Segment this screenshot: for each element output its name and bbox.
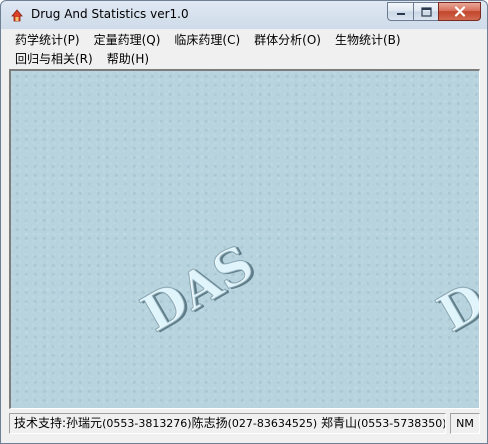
menu-bar: 药学统计(P) 定量药理(Q) 临床药理(C) 群体分析(O) 生物统计(B) … (8, 30, 480, 68)
maximize-icon (420, 6, 432, 17)
window-title: Drug And Statistics ver1.0 (31, 7, 189, 21)
contact-phone-3: (0553-5738350) (357, 417, 446, 430)
title-bar[interactable]: Drug And Statistics ver1.0 (1, 1, 487, 29)
status-bar: 技术支持:孙瑞元(0553-3813276)陈志扬(027-83634525) … (9, 412, 480, 436)
contact-phone-2: (027-83634525) (227, 417, 318, 430)
minimize-icon (396, 12, 405, 15)
close-icon (454, 6, 465, 17)
watermark-layer: DAS DAS DAS DAS (131, 233, 480, 344)
main-window: Drug And Statistics ver1.0 药学统计(P) 定量药理(… (0, 0, 488, 444)
mdi-client-area[interactable]: DAS DAS DAS DAS (9, 69, 480, 409)
watermark-text-2: DAS (428, 233, 480, 343)
minimize-button[interactable] (387, 2, 413, 21)
menu-regression-correlation[interactable]: 回归与相关(R) (8, 50, 100, 69)
contact-phone-1: (0553-3813276) (102, 417, 192, 430)
menu-clinical-pharmacology[interactable]: 临床药理(C) (167, 31, 247, 50)
menu-row-1: 药学统计(P) 定量药理(Q) 临床药理(C) 群体分析(O) 生物统计(B) (8, 31, 408, 50)
menu-row-2: 回归与相关(R) 帮助(H) (8, 50, 156, 69)
menu-quantitative-pharmacology[interactable]: 定量药理(Q) (87, 31, 168, 50)
menu-help[interactable]: 帮助(H) (100, 50, 156, 69)
status-panel-support: 技术支持:孙瑞元(0553-3813276)陈志扬(027-83634525) … (9, 413, 446, 434)
menu-biostatistics[interactable]: 生物统计(B) (328, 31, 408, 50)
close-button[interactable] (438, 2, 481, 21)
caption-buttons (387, 2, 481, 21)
contact-name-2: 陈志扬 (191, 416, 228, 430)
menu-pharmacy-statistics[interactable]: 药学统计(P) (8, 31, 87, 50)
app-icon[interactable] (9, 7, 25, 23)
support-label: 技术支持: (14, 416, 67, 430)
contact-name-1: 孙瑞元 (66, 416, 103, 430)
contact-name-3: 郑青山 (321, 416, 358, 430)
menu-population-analysis[interactable]: 群体分析(O) (247, 31, 328, 50)
status-panel-numlock: NM (450, 413, 480, 434)
maximize-button[interactable] (413, 2, 438, 21)
